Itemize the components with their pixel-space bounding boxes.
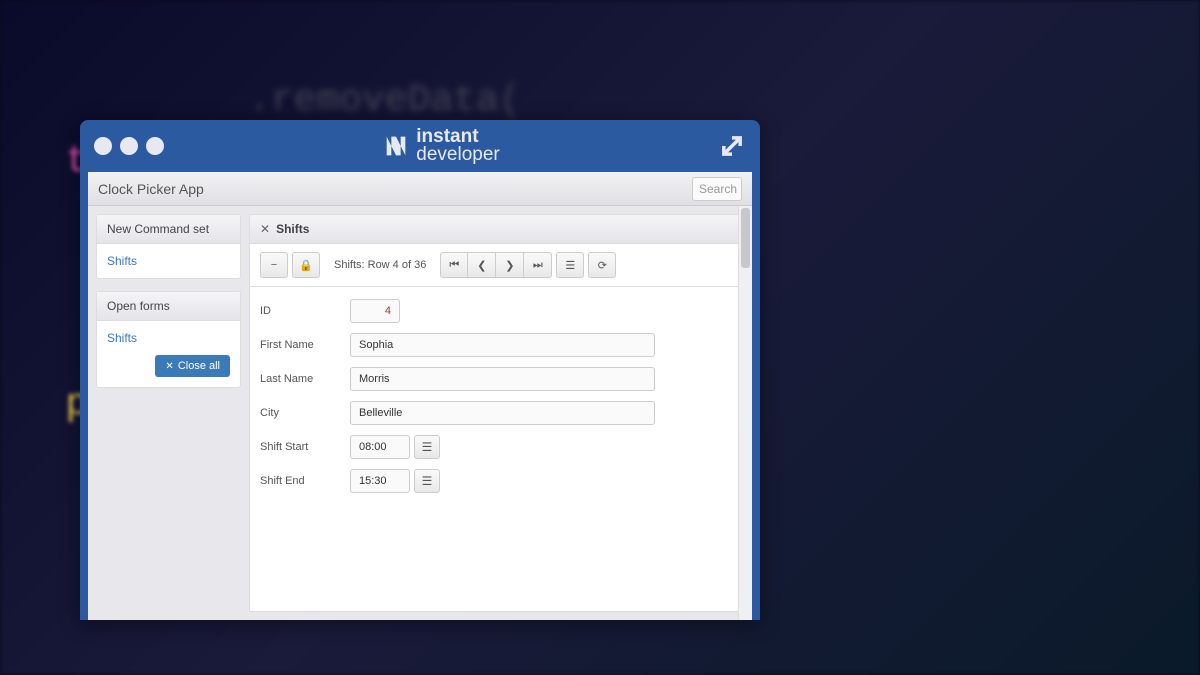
toolbar-lock-button[interactable]: 🔒 [292, 252, 320, 278]
app-header: Clock Picker App Search [88, 172, 752, 206]
nav-first-button[interactable]: ⏮ [440, 252, 468, 278]
input-shift-start[interactable] [350, 435, 410, 459]
input-shift-end[interactable] [350, 469, 410, 493]
label-first-name: First Name [260, 339, 350, 351]
search-placeholder: Search [699, 182, 737, 196]
last-icon: ⏭ [533, 259, 543, 272]
close-all-button[interactable]: Close all [155, 355, 230, 377]
first-icon: ⏮ [449, 259, 459, 272]
form-area: ID First Name Last Name City [249, 287, 744, 612]
refresh-icon: ⟳ [598, 259, 607, 272]
command-set-header: New Command set [97, 215, 240, 244]
expand-button[interactable] [718, 132, 746, 160]
label-last-name: Last Name [260, 373, 350, 385]
sidebar: New Command set Shifts Open forms Shifts… [96, 214, 241, 612]
open-forms-header: Open forms [97, 292, 240, 321]
list-icon: ☰ [565, 259, 575, 272]
toolbar-list-button[interactable]: ☰ [556, 252, 584, 278]
nav-next-button[interactable]: ❯ [496, 252, 524, 278]
shift-start-picker-button[interactable]: ☰ [414, 435, 440, 459]
main-header: Shifts [249, 214, 744, 244]
menu-icon: ☰ [422, 440, 433, 454]
chevron-right-icon: ❯ [505, 259, 514, 272]
row-info: Shifts: Row 4 of 36 [324, 252, 436, 278]
traffic-light-minimize[interactable] [120, 137, 138, 155]
app-body: Clock Picker App Search New Command set … [88, 172, 752, 620]
traffic-lights [94, 137, 164, 155]
input-last-name[interactable] [350, 367, 655, 391]
label-city: City [260, 407, 350, 419]
open-form-shifts[interactable]: Shifts [107, 331, 230, 345]
brand-logo: instant developer [164, 128, 718, 164]
nav-group: ⏮ ❮ ❯ ⏭ [440, 252, 552, 278]
lock-icon: 🔒 [299, 259, 313, 272]
search-input[interactable]: Search [692, 177, 742, 201]
content-area: New Command set Shifts Open forms Shifts… [88, 206, 752, 620]
label-id: ID [260, 305, 350, 317]
shift-end-picker-button[interactable]: ☰ [414, 469, 440, 493]
vertical-scrollbar[interactable] [738, 206, 752, 620]
app-window: instant developer Clock Picker App Searc… [80, 120, 760, 620]
main-title: Shifts [276, 222, 309, 236]
brand-line2: developer [416, 146, 499, 164]
menu-icon: ☰ [422, 474, 433, 488]
open-forms-panel: Open forms Shifts Close all [96, 291, 241, 388]
label-shift-start: Shift Start [260, 441, 350, 453]
nav-prev-button[interactable]: ❮ [468, 252, 496, 278]
brand-icon [382, 132, 410, 160]
titlebar: instant developer [80, 120, 760, 172]
app-title: Clock Picker App [98, 181, 204, 197]
chevron-left-icon: ❮ [477, 259, 486, 272]
sidebar-item-shifts[interactable]: Shifts [107, 254, 230, 268]
label-shift-end: Shift End [260, 475, 350, 487]
nav-last-button[interactable]: ⏭ [524, 252, 552, 278]
main-panel: Shifts − 🔒 Shifts: Row 4 of 36 ⏮ ❮ ❯ ⏭ ☰ [249, 214, 744, 612]
input-first-name[interactable] [350, 333, 655, 357]
input-id[interactable] [350, 299, 400, 323]
toolbar-minus-button[interactable]: − [260, 252, 288, 278]
toolbar-refresh-button[interactable]: ⟳ [588, 252, 616, 278]
input-city[interactable] [350, 401, 655, 425]
expand-icon [718, 132, 746, 160]
traffic-light-close[interactable] [94, 137, 112, 155]
toolbar: − 🔒 Shifts: Row 4 of 36 ⏮ ❮ ❯ ⏭ ☰ ⟳ [249, 244, 744, 287]
traffic-light-zoom[interactable] [146, 137, 164, 155]
command-set-panel: New Command set Shifts [96, 214, 241, 279]
